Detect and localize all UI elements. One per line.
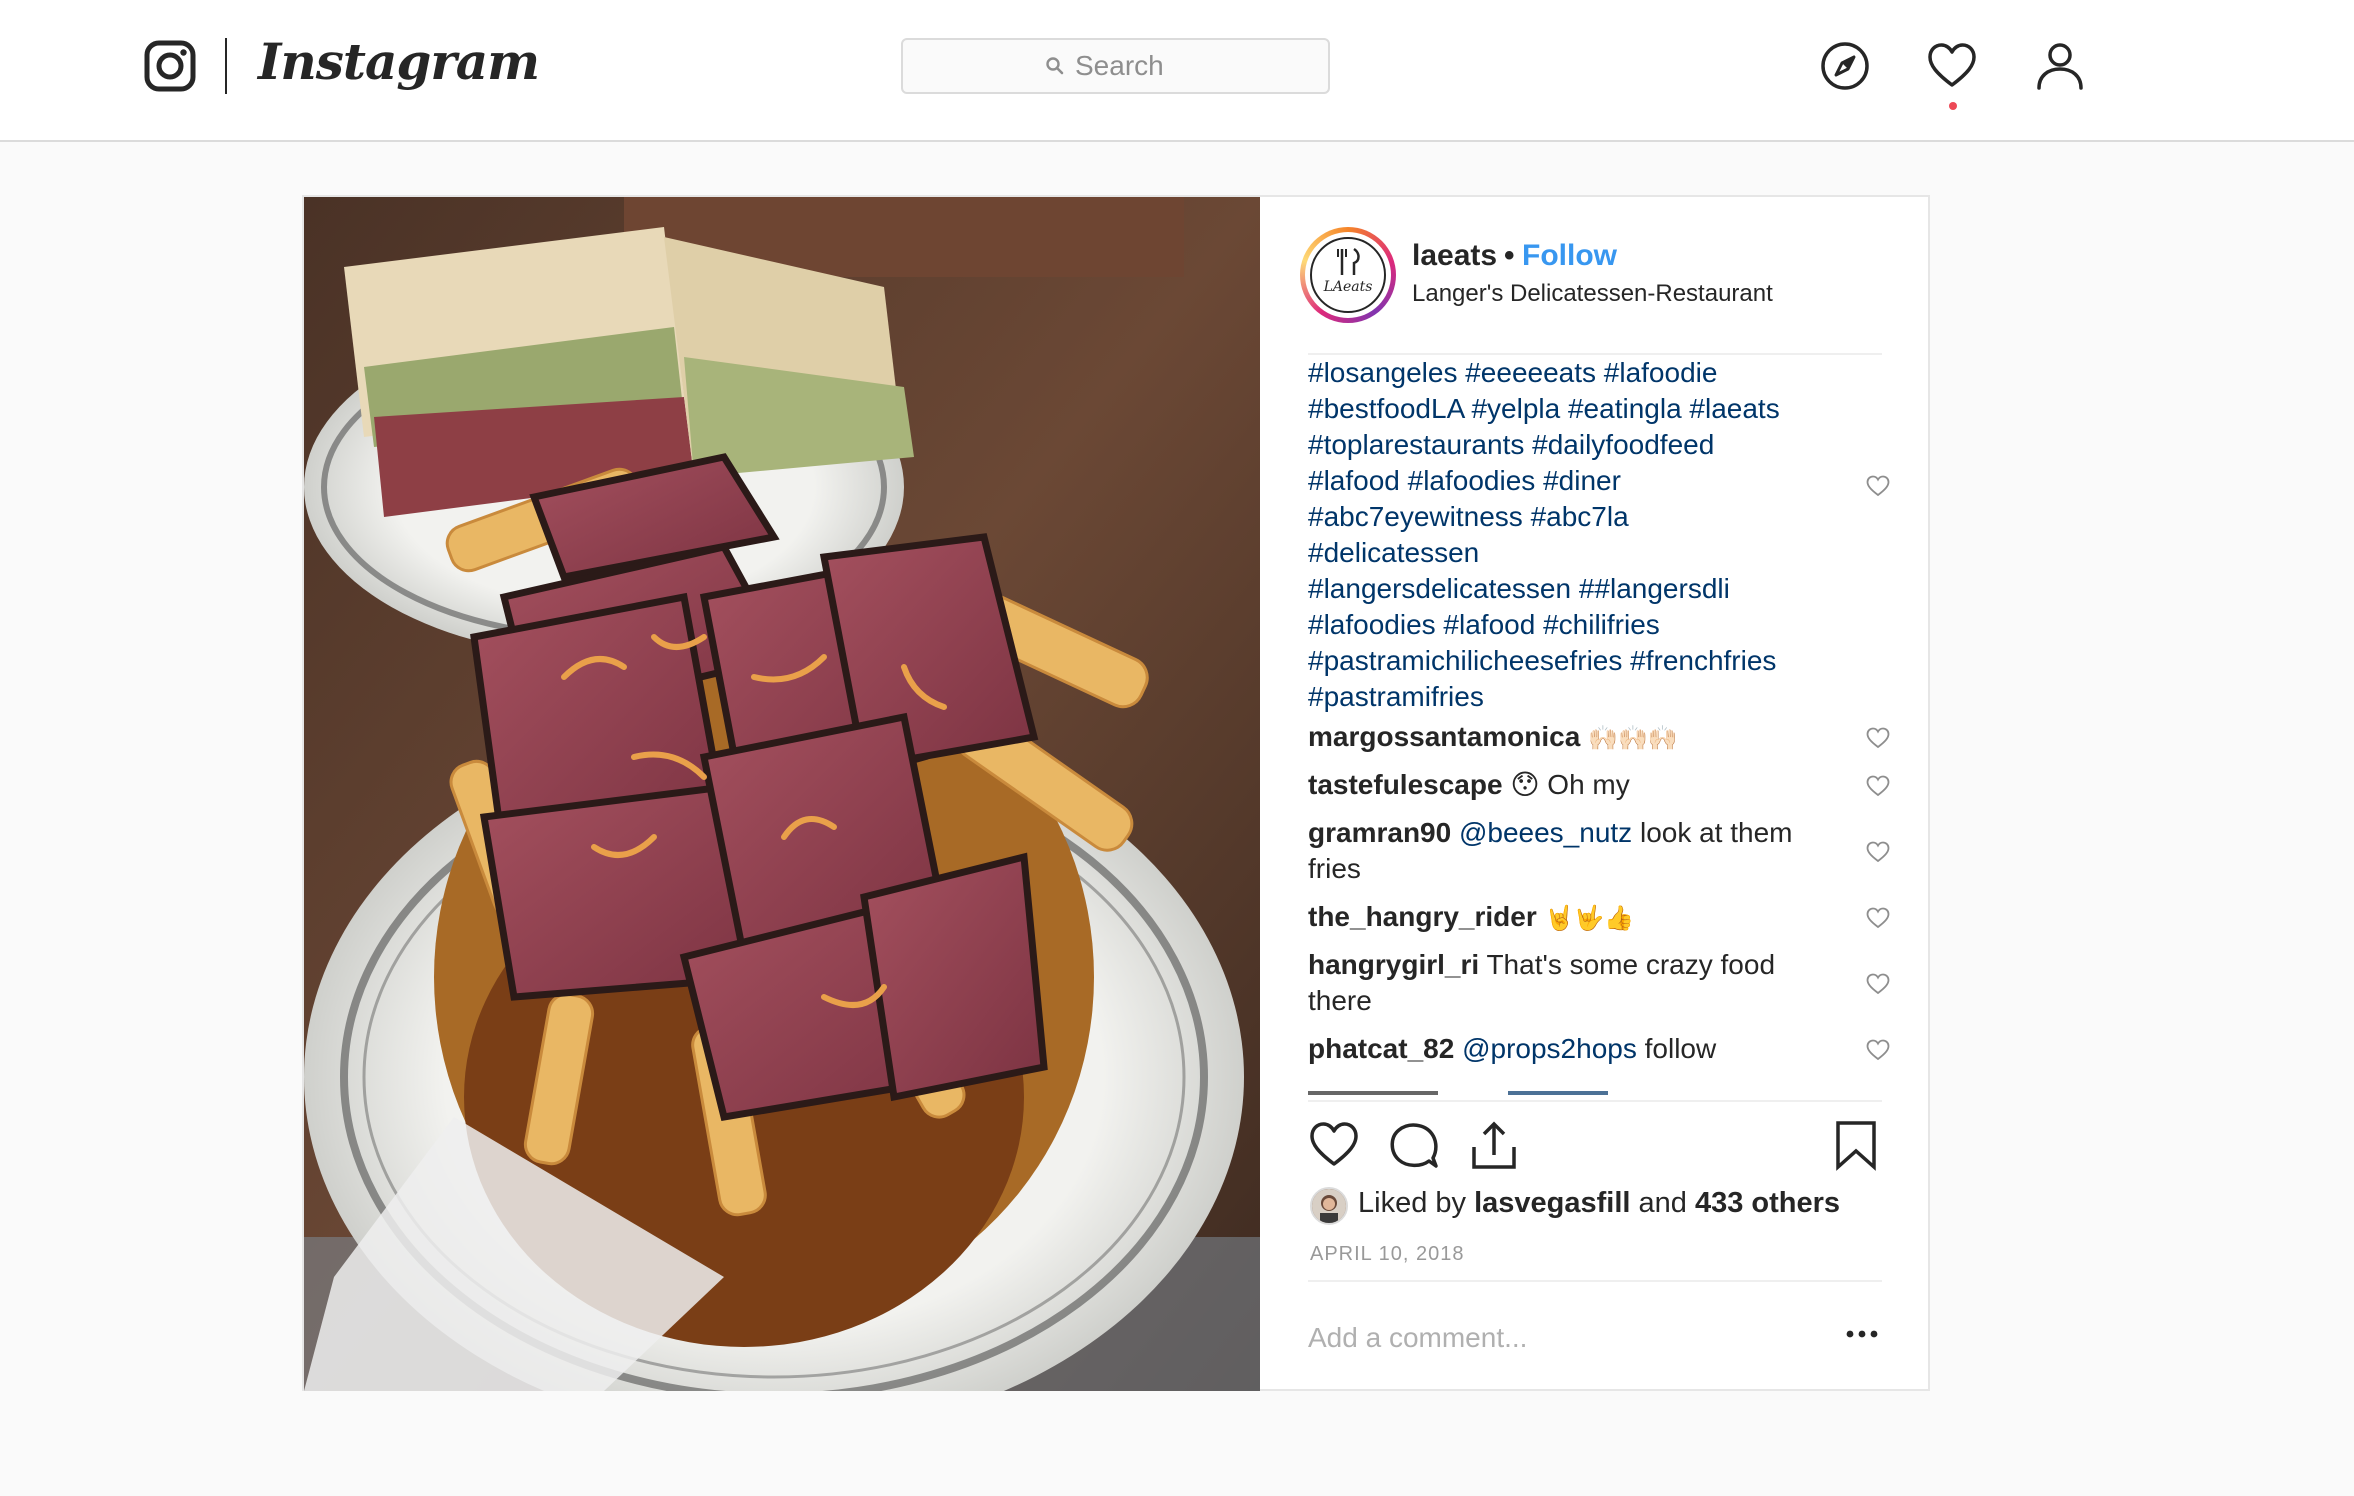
logo-divider <box>225 38 227 94</box>
comment-text: 😯 Oh my <box>1510 769 1630 800</box>
comment-text-continued: fries <box>1308 853 1361 884</box>
avatar[interactable]: LAeats <box>1310 237 1386 313</box>
comment-mention[interactable]: @props2hops <box>1462 1033 1637 1064</box>
likes-others-link[interactable]: 433 others <box>1695 1187 1840 1219</box>
like-heart-icon[interactable] <box>1308 1119 1360 1171</box>
caption-line[interactable]: #lafood #lafoodies #diner <box>1308 463 1868 499</box>
comment-item: the_hangry_rider 🤘🤟👍 <box>1308 899 1828 936</box>
search-icon <box>1046 57 1064 75</box>
caption-line[interactable]: #abc7eyewitness #abc7la <box>1308 499 1868 535</box>
post-photo[interactable] <box>304 197 1260 1391</box>
comment-username[interactable]: hangrygirl_ri <box>1308 949 1479 980</box>
post-location[interactable]: Langer's Delicatessen-Restaurant <box>1412 280 1773 308</box>
post-username[interactable]: laeats <box>1412 239 1497 273</box>
comment-item: hangrygirl_ri That's some crazy food the… <box>1308 947 1828 1019</box>
comment-like-heart-icon[interactable] <box>1866 907 1890 929</box>
avatar-text: LAeats <box>1323 279 1373 295</box>
caption-line[interactable]: #langersdelicatessen ##langersdli <box>1308 571 1868 607</box>
liker-avatar[interactable] <box>1310 1187 1348 1225</box>
profile-icon[interactable] <box>2034 40 2086 92</box>
comment-like-heart-icon[interactable] <box>1866 1039 1890 1061</box>
post-card: LAeats laeats • Follow Langer's Delicate… <box>302 195 1930 1391</box>
instagram-wordmark[interactable]: Instagram <box>258 32 540 91</box>
caption-line[interactable]: #lafoodies #lafood #chilifries <box>1308 607 1868 643</box>
caption-line[interactable]: #pastramifries <box>1308 679 1868 715</box>
comment-username[interactable]: margossantamonica <box>1308 721 1580 752</box>
comment-username[interactable]: tastefulescape <box>1308 769 1503 800</box>
comment-item: tastefulescape 😯 Oh my <box>1308 767 1828 803</box>
instagram-glyph-icon[interactable] <box>144 40 196 92</box>
dot-separator: • <box>1504 239 1515 272</box>
compass-icon[interactable] <box>1819 40 1871 92</box>
comment-item: phatcat_82 @props2hops follow <box>1308 1031 1828 1067</box>
caption-line[interactable]: #toplarestaurants #dailyfoodfeed <box>1308 427 1868 463</box>
share-icon[interactable] <box>1468 1119 1520 1171</box>
caption-line[interactable]: #bestfoodLA #yelpla #eatingla #laeats <box>1308 391 1868 427</box>
comment-text: look at them <box>1632 817 1793 848</box>
comment-item: gramran90 @beees_nutz look at them fries <box>1308 815 1828 887</box>
caption-line[interactable]: #delicatessen <box>1308 535 1868 571</box>
post-caption: #losangeles #eeeeeats #lafoodie #bestfoo… <box>1308 355 1868 715</box>
clipped-username-fragment <box>1308 1091 1438 1095</box>
caption-line-text[interactable]: #langersdelicatessen ##langersdli <box>1308 573 1730 604</box>
comment-emoji: 🙌🏻🙌🏻🙌🏻 <box>1588 724 1678 752</box>
comment-text-continued: there <box>1308 985 1372 1016</box>
avatar-frame: LAeats <box>1305 232 1391 318</box>
clipped-mention-fragment <box>1508 1091 1608 1095</box>
search-box[interactable] <box>901 38 1330 94</box>
comment-username[interactable]: the_hangry_rider <box>1308 901 1537 932</box>
search-input[interactable] <box>1075 49 1295 83</box>
likes-middle: and <box>1630 1187 1695 1219</box>
liker-username[interactable]: lasvegasfill <box>1474 1187 1630 1219</box>
add-comment-divider <box>1308 1280 1882 1282</box>
comment-like-heart-icon[interactable] <box>1866 841 1890 863</box>
likes-summary: Liked by lasvegasfill and 433 others <box>1358 1187 1840 1220</box>
post-date[interactable]: APRIL 10, 2018 <box>1310 1243 1464 1266</box>
comment-mention[interactable]: @beees_nutz <box>1459 817 1632 848</box>
comment-emoji: 🤘🤟👍 <box>1544 904 1635 932</box>
follow-button[interactable]: Follow <box>1522 239 1617 273</box>
actions-divider <box>1308 1100 1882 1102</box>
comment-like-heart-icon[interactable] <box>1866 727 1890 749</box>
comment-text: follow <box>1636 1033 1717 1064</box>
comment-like-heart-icon[interactable] <box>1866 775 1890 797</box>
heart-icon[interactable] <box>1926 40 1978 92</box>
comment-text: That's some crazy food <box>1479 949 1776 980</box>
post-side-panel: LAeats laeats • Follow Langer's Delicate… <box>1260 197 1930 1391</box>
story-ring[interactable]: LAeats <box>1300 227 1396 323</box>
comment-username[interactable]: gramran90 <box>1308 817 1451 848</box>
comment-item: margossantamonica 🙌🏻🙌🏻🙌🏻 <box>1308 719 1828 756</box>
comment-bubble-icon[interactable] <box>1388 1119 1440 1171</box>
likes-prefix: Liked by <box>1358 1187 1475 1219</box>
notification-dot <box>1949 102 1957 110</box>
bookmark-icon[interactable] <box>1830 1119 1882 1171</box>
liker-avatar-image <box>1312 1189 1346 1223</box>
caption-line[interactable]: #losangeles #eeeeeats #lafoodie <box>1308 355 1868 391</box>
more-options-icon[interactable] <box>1844 1327 1880 1341</box>
top-navigation-bar: Instagram <box>0 0 2354 142</box>
fork-knife-icon <box>1337 247 1360 275</box>
food-photo-image <box>304 197 1260 1391</box>
caption-line[interactable]: #pastramichilicheesefries #frenchfries <box>1308 643 1868 679</box>
caption-like-heart-icon[interactable] <box>1866 475 1890 497</box>
add-comment-input[interactable] <box>1308 1318 1808 1358</box>
comment-like-heart-icon[interactable] <box>1866 973 1890 995</box>
comment-username[interactable]: phatcat_82 <box>1308 1033 1454 1064</box>
